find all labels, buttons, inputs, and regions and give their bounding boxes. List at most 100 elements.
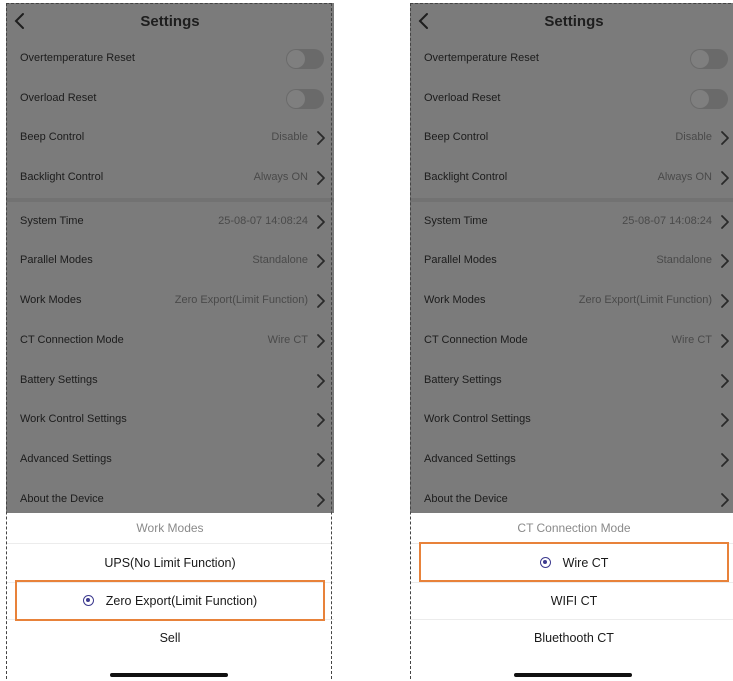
chevron-right-icon xyxy=(721,254,729,269)
phone-screen-work-modes: Settings Overtemperature Reset Overload R… xyxy=(6,0,334,681)
chevron-right-icon xyxy=(317,254,325,269)
option-wifi-ct[interactable]: WIFI CT xyxy=(410,583,733,619)
row-value: Standalone xyxy=(252,254,308,267)
settings-row-overtemperature-reset[interactable]: Overtemperature Reset xyxy=(410,39,733,79)
row-label: Backlight Control xyxy=(20,171,104,184)
settings-row-system-time[interactable]: System Time 25-08-07 14:08:24 xyxy=(6,202,334,242)
settings-row-beep-control[interactable]: Beep Control Disable xyxy=(6,118,334,158)
settings-row-overtemperature-reset[interactable]: Overtemperature Reset xyxy=(6,39,334,79)
chevron-right-icon xyxy=(317,373,325,388)
settings-row-overload-reset[interactable]: Overload Reset xyxy=(410,79,733,119)
settings-row-advanced-settings[interactable]: Advanced Settings xyxy=(410,440,733,480)
chevron-right-icon xyxy=(317,413,325,428)
toggle-switch[interactable] xyxy=(690,49,728,69)
toggle-knob xyxy=(691,50,709,68)
row-label: About the Device xyxy=(20,492,104,505)
toggle-switch[interactable] xyxy=(690,88,728,109)
toggle-switch[interactable] xyxy=(286,49,324,69)
option-ups[interactable]: UPS(No Limit Function) xyxy=(6,545,334,581)
row-label: Advanced Settings xyxy=(424,452,516,465)
toggle-knob xyxy=(287,89,305,108)
settings-row-parallel-modes[interactable]: Parallel Modes Standalone xyxy=(410,241,733,281)
row-label: Overtemperature Reset xyxy=(424,52,539,64)
row-label: Work Modes xyxy=(20,294,82,307)
divider xyxy=(6,543,334,544)
settings-row-overload-reset[interactable]: Overload Reset xyxy=(6,79,334,119)
settings-row-backlight-control[interactable]: Backlight Control Always ON xyxy=(6,158,334,198)
home-indicator xyxy=(110,673,228,677)
chevron-right-icon xyxy=(317,131,325,146)
option-label: Sell xyxy=(159,631,181,645)
row-value: Disable xyxy=(675,131,712,144)
row-label: Backlight Control xyxy=(424,171,508,184)
row-label: Beep Control xyxy=(20,131,85,144)
selection-highlight-box xyxy=(419,542,729,582)
row-value: Wire CT xyxy=(267,333,308,346)
settings-row-battery-settings[interactable]: Battery Settings xyxy=(410,361,733,401)
settings-row-ct-connection-mode[interactable]: CT Connection Mode Wire CT xyxy=(6,321,334,361)
row-label: Battery Settings xyxy=(20,373,98,386)
settings-row-ct-connection-mode[interactable]: CT Connection Mode Wire CT xyxy=(410,321,733,361)
toggle-knob xyxy=(287,50,305,68)
phone-screen-ct-connection: Settings Overtemperature Reset Overload R… xyxy=(410,0,733,681)
settings-row-about-the-device[interactable]: About the Device xyxy=(410,480,733,513)
settings-row-work-modes[interactable]: Work Modes Zero Export(Limit Function) xyxy=(410,281,733,321)
row-value: Zero Export(Limit Function) xyxy=(174,294,308,307)
row-label: Work Control Settings xyxy=(424,413,531,426)
settings-row-work-modes[interactable]: Work Modes Zero Export(Limit Function) xyxy=(6,281,334,321)
home-indicator xyxy=(514,673,632,677)
selection-highlight-box xyxy=(15,580,325,621)
settings-row-about-the-device[interactable]: About the Device xyxy=(6,480,334,513)
settings-page-dimmed: Settings Overtemperature Reset Overload R… xyxy=(6,3,334,513)
work-modes-picker-sheet: Work Modes UPS(No Limit Function) Zero E… xyxy=(6,513,334,681)
chevron-right-icon xyxy=(317,294,325,309)
chevron-right-icon xyxy=(721,373,729,388)
chevron-right-icon xyxy=(721,171,729,185)
row-value: Disable xyxy=(271,131,308,144)
row-value: Zero Export(Limit Function) xyxy=(578,294,712,307)
settings-row-beep-control[interactable]: Beep Control Disable xyxy=(410,118,733,158)
option-sell[interactable]: Sell xyxy=(6,620,334,656)
row-value: 25-08-07 14:08:24 xyxy=(622,214,712,227)
row-label: Parallel Modes xyxy=(424,254,497,267)
chevron-right-icon xyxy=(721,492,729,507)
chevron-right-icon xyxy=(721,294,729,309)
row-label: System Time xyxy=(424,214,488,227)
row-value: Wire CT xyxy=(671,333,712,346)
settings-row-system-time[interactable]: System Time 25-08-07 14:08:24 xyxy=(410,202,733,242)
row-label: Overload Reset xyxy=(20,91,97,104)
row-label: Beep Control xyxy=(424,131,489,144)
option-label: UPS(No Limit Function) xyxy=(104,556,236,570)
header: Settings xyxy=(410,3,733,39)
settings-row-parallel-modes[interactable]: Parallel Modes Standalone xyxy=(6,241,334,281)
row-label: About the Device xyxy=(424,492,508,505)
sheet-title: Work Modes xyxy=(136,521,204,535)
option-bluetooth-ct[interactable]: Bluethooth CT xyxy=(410,620,733,656)
chevron-right-icon xyxy=(721,214,729,229)
settings-row-work-control-settings[interactable]: Work Control Settings xyxy=(410,400,733,440)
settings-row-backlight-control[interactable]: Backlight Control Always ON xyxy=(410,158,733,198)
settings-list: Overtemperature Reset Overload Reset Beep … xyxy=(410,39,733,513)
row-label: CT Connection Mode xyxy=(424,333,528,346)
row-value: Always ON xyxy=(657,171,712,184)
chevron-right-icon xyxy=(317,333,325,348)
settings-page-dimmed: Settings Overtemperature Reset Overload R… xyxy=(410,3,733,513)
chevron-right-icon xyxy=(317,171,325,185)
toggle-switch[interactable] xyxy=(286,88,324,109)
row-value: Always ON xyxy=(253,171,308,184)
row-value: 25-08-07 14:08:24 xyxy=(218,214,308,227)
chevron-right-icon xyxy=(721,452,729,467)
settings-row-work-control-settings[interactable]: Work Control Settings xyxy=(6,400,334,440)
row-label: CT Connection Mode xyxy=(20,333,124,346)
ct-connection-picker-sheet: CT Connection Mode Wire CT WIFI CT Bluet… xyxy=(410,513,733,681)
row-label: Overload Reset xyxy=(424,91,501,104)
row-value: Standalone xyxy=(656,254,712,267)
row-label: Overtemperature Reset xyxy=(20,52,135,64)
settings-list: Overtemperature Reset Overload Reset Beep … xyxy=(6,39,334,513)
chevron-right-icon xyxy=(721,333,729,348)
chevron-right-icon xyxy=(721,131,729,146)
page-title: Settings xyxy=(544,13,604,30)
page-title: Settings xyxy=(140,13,200,30)
settings-row-battery-settings[interactable]: Battery Settings xyxy=(6,361,334,401)
settings-row-advanced-settings[interactable]: Advanced Settings xyxy=(6,440,334,480)
